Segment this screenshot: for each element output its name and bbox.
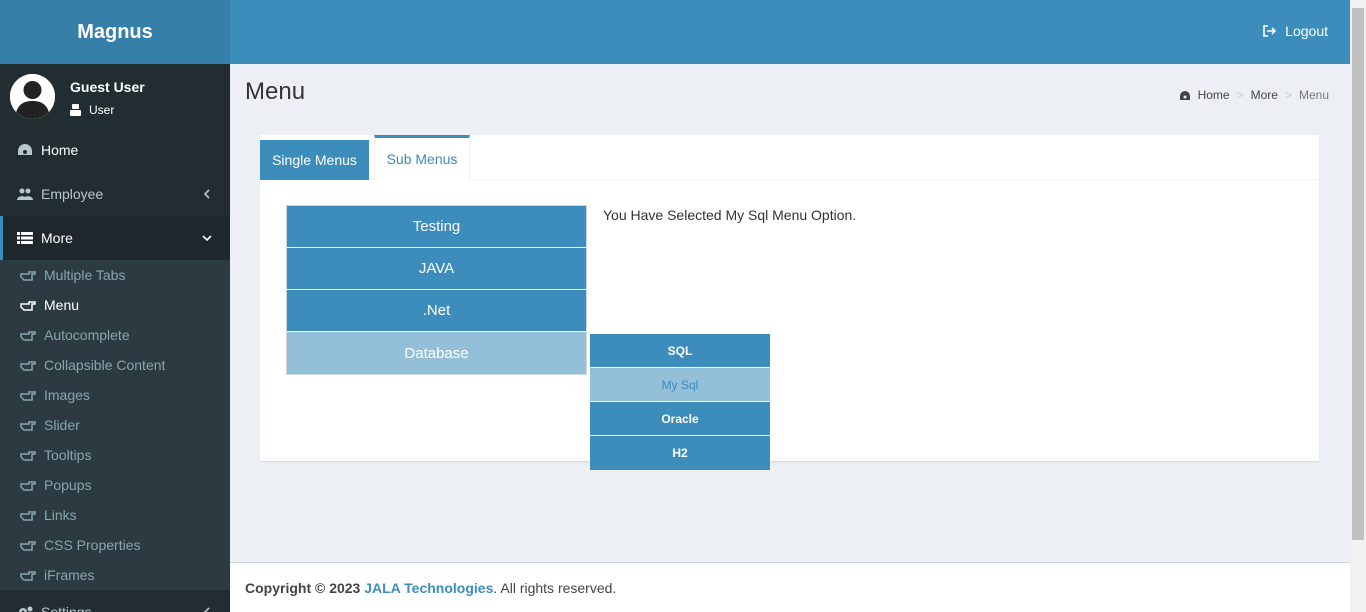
- hand-pointer-icon: [20, 328, 36, 342]
- sidebar-item-settings[interactable]: Settings: [0, 590, 230, 612]
- sidebar-subitem-label: Slider: [44, 417, 80, 433]
- sidebar-subitem-menu[interactable]: Menu: [0, 290, 230, 320]
- database-submenu: SQL My Sql Oracle H2: [590, 334, 770, 470]
- submenu-item-mysql[interactable]: My Sql: [590, 368, 770, 402]
- sidebar-subitem-slider[interactable]: Slider: [0, 410, 230, 440]
- user-role-label: User: [89, 103, 115, 117]
- breadcrumb: Home > More > Menu: [1179, 88, 1329, 102]
- sidebar: Magnus Guest User User Home Employee Mor…: [0, 0, 230, 612]
- sidebar-subitem-iframes[interactable]: iFrames: [0, 560, 230, 590]
- submenu-item-h2[interactable]: H2: [590, 436, 770, 470]
- page-scrollbar[interactable]: [1350, 0, 1366, 612]
- breadcrumb-current: Menu: [1298, 88, 1329, 102]
- hand-pointer-icon: [20, 388, 36, 402]
- chevron-left-icon: [203, 189, 210, 199]
- sidebar-subitem-label: iFrames: [44, 567, 95, 583]
- menu-item-dotnet[interactable]: .Net: [287, 290, 586, 332]
- top-navbar: Logout: [230, 0, 1350, 64]
- app-logo[interactable]: Magnus: [0, 0, 230, 64]
- sidebar-subitem-label: Multiple Tabs: [44, 267, 126, 283]
- footer-copyright: Copyright © 2023: [245, 579, 361, 596]
- list-icon: [17, 231, 33, 245]
- sidebar-subitem-css-properties[interactable]: CSS Properties: [0, 530, 230, 560]
- sidebar-subitem-tooltips[interactable]: Tooltips: [0, 440, 230, 470]
- sidebar-subitem-label: Images: [44, 387, 90, 403]
- sidebar-item-employee[interactable]: Employee: [0, 172, 230, 216]
- hand-pointer-icon: [20, 298, 36, 312]
- chevron-down-icon: [202, 235, 212, 242]
- sidebar-subitem-label: Popups: [44, 477, 92, 493]
- tab-single-menus[interactable]: Single Menus: [260, 140, 369, 180]
- sidebar-subitem-label: Links: [44, 507, 77, 523]
- sidebar-item-home[interactable]: Home: [0, 128, 230, 172]
- sidebar-subitem-links[interactable]: Links: [0, 500, 230, 530]
- user-role: User: [70, 103, 114, 117]
- sidebar-item-label: Settings: [41, 604, 92, 612]
- user-secret-icon: [70, 104, 81, 116]
- hand-pointer-icon: [20, 568, 36, 582]
- footer-company-link[interactable]: JALA Technologies: [364, 580, 493, 596]
- hand-pointer-icon: [20, 268, 36, 282]
- submenu-item-sql[interactable]: SQL: [590, 334, 770, 368]
- hand-pointer-icon: [20, 448, 36, 462]
- dashboard-icon: [1179, 90, 1190, 100]
- sidebar-subitem-label: Autocomplete: [44, 327, 130, 343]
- submenu-item-oracle[interactable]: Oracle: [590, 402, 770, 436]
- user-name: Guest User: [70, 79, 145, 95]
- sidebar-subitem-label: Menu: [44, 297, 80, 313]
- gears-icon: [17, 605, 33, 612]
- breadcrumb-separator: >: [1284, 88, 1292, 102]
- tab-strip: Single Menus Sub Menus: [260, 135, 1319, 180]
- users-icon: [17, 187, 33, 201]
- sidebar-subitem-collapsible-content[interactable]: Collapsible Content: [0, 350, 230, 380]
- sidebar-item-label: More: [41, 230, 73, 246]
- sidebar-subitem-images[interactable]: Images: [0, 380, 230, 410]
- user-panel: Guest User User: [0, 64, 230, 128]
- sidebar-subitem-multiple-tabs[interactable]: Multiple Tabs: [0, 260, 230, 290]
- sidebar-item-more[interactable]: More: [0, 216, 230, 260]
- sidebar-item-label: Home: [41, 142, 79, 158]
- footer: Copyright © 2023 JALA Technologies. All …: [230, 562, 1350, 612]
- main-menu: Testing JAVA .Net Database: [286, 205, 587, 375]
- menu-item-testing[interactable]: Testing: [287, 206, 586, 248]
- chevron-left-icon: [203, 607, 210, 612]
- breadcrumb-separator: >: [1236, 88, 1244, 102]
- hand-pointer-icon: [20, 358, 36, 372]
- sign-out-icon: [1263, 25, 1277, 37]
- breadcrumb-home[interactable]: Home: [1198, 88, 1230, 102]
- sidebar-subitem-label: CSS Properties: [44, 537, 141, 553]
- scrollbar-thumb[interactable]: [1352, 8, 1364, 540]
- hand-pointer-icon: [20, 418, 36, 432]
- avatar: [10, 74, 55, 119]
- sidebar-subitem-label: Collapsible Content: [44, 357, 166, 373]
- breadcrumb-more[interactable]: More: [1251, 88, 1278, 102]
- logout-button[interactable]: Logout: [1263, 23, 1328, 39]
- menu-item-java[interactable]: JAVA: [287, 248, 586, 290]
- sidebar-subitem-popups[interactable]: Popups: [0, 470, 230, 500]
- menu-item-database[interactable]: Database: [287, 332, 586, 374]
- selected-message: You Have Selected My Sql Menu Option.: [603, 207, 857, 223]
- sidebar-subitem-label: Tooltips: [44, 447, 92, 463]
- sidebar-subitem-autocomplete[interactable]: Autocomplete: [0, 320, 230, 350]
- footer-rights: . All rights reserved.: [493, 579, 617, 596]
- tab-sub-menus[interactable]: Sub Menus: [374, 135, 470, 180]
- dashboard-icon: [17, 143, 33, 157]
- hand-pointer-icon: [20, 478, 36, 492]
- hand-pointer-icon: [20, 538, 36, 552]
- more-submenu: Multiple Tabs Menu Autocomplete Collapsi…: [0, 260, 230, 590]
- page-title: Menu: [245, 78, 306, 105]
- sidebar-item-label: Employee: [41, 186, 104, 202]
- logout-label: Logout: [1285, 23, 1328, 39]
- hand-pointer-icon: [20, 508, 36, 522]
- tabs-box: Single Menus Sub Menus Testing JAVA .Net…: [260, 135, 1319, 470]
